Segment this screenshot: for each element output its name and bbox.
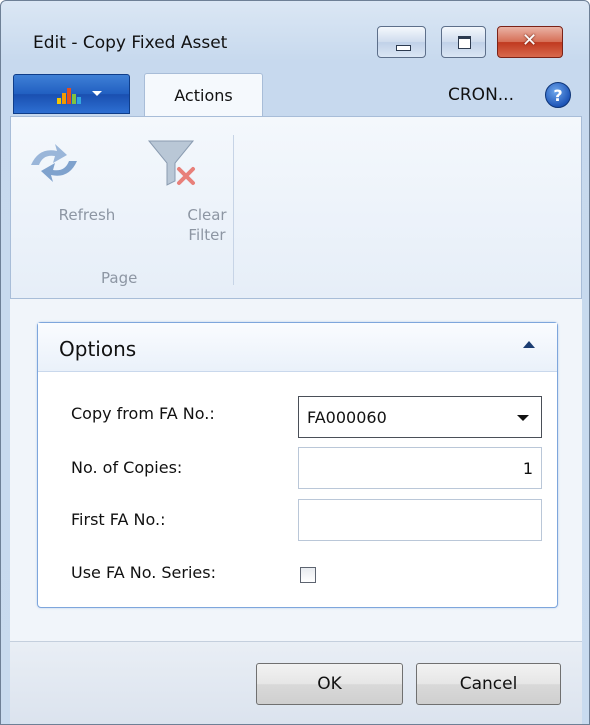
minimize-button[interactable] xyxy=(377,26,426,58)
first-fa-no-label: First FA No.: xyxy=(71,510,166,529)
maximize-icon xyxy=(458,36,471,49)
chevron-down-icon xyxy=(92,91,102,96)
chevron-up-icon[interactable] xyxy=(523,341,535,348)
close-icon: ✕ xyxy=(522,30,538,51)
ribbon-panel: Refresh Clear Filter Page xyxy=(10,116,582,299)
title-bar[interactable]: Edit - Copy Fixed Asset ✕ xyxy=(1,1,589,61)
options-title: Options xyxy=(59,337,137,361)
ribbon-group-divider xyxy=(233,135,234,285)
cancel-button[interactable]: Cancel xyxy=(416,663,561,705)
ribbon-tab-bar: Actions CRON... ? xyxy=(10,73,582,117)
chevron-down-icon[interactable] xyxy=(517,415,529,421)
maximize-button[interactable] xyxy=(441,26,486,58)
close-button[interactable]: ✕ xyxy=(497,26,563,58)
help-icon[interactable]: ? xyxy=(545,82,571,108)
use-fa-no-series-checkbox[interactable] xyxy=(300,567,316,583)
first-fa-no-input[interactable] xyxy=(298,499,542,541)
tab-actions[interactable]: Actions xyxy=(144,73,263,117)
refresh-icon xyxy=(31,144,77,182)
ok-button[interactable]: OK xyxy=(256,663,403,705)
ribbon-group-label-page: Page xyxy=(101,269,138,287)
copy-from-fa-label: Copy from FA No.: xyxy=(71,404,215,423)
dynamics-logo-icon xyxy=(57,88,81,104)
no-of-copies-input[interactable]: 1 xyxy=(298,447,542,489)
use-fa-no-series-label: Use FA No. Series: xyxy=(71,563,216,582)
copy-from-fa-value: FA000060 xyxy=(307,408,387,427)
options-fasttab-header[interactable]: Options xyxy=(38,323,557,372)
clear-filter-label-line1: Clear xyxy=(187,206,227,224)
clear-filter-label-line2: Filter xyxy=(188,226,226,244)
application-menu-button[interactable] xyxy=(13,74,130,114)
window-title: Edit - Copy Fixed Asset xyxy=(33,33,228,53)
copy-from-fa-dropdown[interactable]: FA000060 xyxy=(298,396,542,438)
minimize-icon xyxy=(396,45,411,51)
clear-filter-icon xyxy=(147,140,195,186)
no-of-copies-label: No. of Copies: xyxy=(71,458,183,477)
refresh-label: Refresh xyxy=(58,206,116,224)
company-name: CRON... xyxy=(448,85,514,105)
no-of-copies-value: 1 xyxy=(522,459,533,478)
dialog-window: Edit - Copy Fixed Asset ✕ Actions CRON..… xyxy=(0,0,590,725)
